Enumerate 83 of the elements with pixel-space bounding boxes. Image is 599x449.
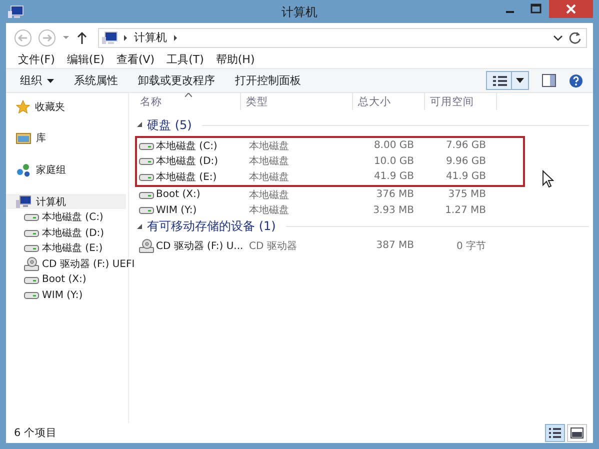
sidebar-item[interactable]: Boot (X:) [42, 274, 86, 286]
drive-icon [24, 289, 39, 302]
computer-icon [102, 30, 118, 44]
table-cell-text: 10.0 GB [372, 156, 414, 167]
drive-name[interactable]: WIM (Y:) [137, 204, 249, 216]
address-bar[interactable]: 计算机 [98, 28, 587, 48]
drive-name[interactable]: 本地磁盘 (D:) [137, 154, 249, 168]
table-cell-text: 本地磁盘 [249, 204, 290, 218]
details-view-icon [493, 74, 507, 86]
table-cell-text: CD 驱动器 [249, 240, 298, 253]
table-cell-text: 375 MB [447, 189, 486, 200]
refresh-icon[interactable] [568, 30, 582, 44]
group-header[interactable]: 有可移动存储的设备 (1) [147, 218, 276, 236]
drive-icon [24, 242, 39, 254]
table-cell-text: 7.96 GB [444, 140, 486, 152]
table-cell-text: 41.9 GB [444, 171, 486, 182]
drive-name[interactable]: 本地磁盘 (E:) [137, 170, 249, 184]
toolbar-button[interactable]: 卸载或更改程序 [128, 71, 225, 90]
computer-icon [8, 4, 24, 18]
disc-drive-icon [24, 256, 39, 271]
people-icon [16, 162, 31, 177]
chevron-icon [173, 34, 178, 42]
table-cell-text: 本地磁盘 [249, 140, 290, 153]
column-header[interactable]: 总大小 [353, 93, 425, 110]
toolbar-button[interactable]: 组织 [14, 71, 64, 90]
star-icon [16, 100, 30, 114]
menu-item[interactable]: 工具(T) [160, 52, 210, 66]
table-cell-text: 8.00 GB [372, 140, 414, 152]
close-button[interactable] [549, 0, 593, 18]
column-header[interactable]: 类型 [241, 93, 353, 110]
column-header[interactable]: 名称 [135, 93, 241, 110]
breadcrumb[interactable]: 计算机 [134, 30, 167, 45]
sidebar-item[interactable]: 家庭组 [36, 162, 66, 177]
caret-icon [516, 78, 524, 83]
table-cell-text: 本地磁盘 [249, 170, 290, 184]
expand-arrow-icon[interactable] [137, 224, 143, 230]
help-icon[interactable] [569, 74, 583, 88]
sidebar-item[interactable]: 计算机 [6, 194, 126, 210]
preview-pane-icon[interactable] [542, 74, 556, 87]
drive-name[interactable]: 本地磁盘 (C:) [137, 138, 249, 153]
table-cell-text: 376 MB [375, 189, 414, 200]
disc-drive-icon [139, 238, 154, 253]
table-cell-text: 9.96 GB [444, 156, 486, 167]
sidebar-item[interactable]: 本地磁盘 (D:) [42, 226, 104, 240]
drive-icon [24, 211, 39, 224]
drive-name[interactable]: CD 驱动器 (F:) U... [137, 238, 249, 253]
details-view-icon[interactable] [545, 424, 565, 442]
up-arrow-icon[interactable] [76, 30, 88, 44]
chevron-icon [123, 34, 128, 42]
view-options-button[interactable] [486, 71, 529, 90]
table-cell-text: 387 MB [375, 240, 414, 252]
table-cell-text: 3.93 MB [372, 204, 414, 216]
menu-item[interactable]: 编辑(E) [60, 52, 110, 66]
folder-icon [16, 131, 31, 146]
table-cell-text: 41.9 GB [372, 171, 414, 182]
item-count: 6 个项目 [14, 426, 58, 440]
sidebar-item[interactable]: 本地磁盘 (E:) [42, 241, 103, 256]
window-title: 计算机 [280, 4, 318, 21]
sidebar-item[interactable]: 本地磁盘 (C:) [42, 210, 104, 224]
dropdown-icon[interactable] [553, 34, 563, 42]
table-cell-text: 本地磁盘 [249, 188, 290, 202]
drive-icon [139, 155, 154, 168]
table-cell-text: 1.27 MB [444, 204, 486, 216]
sidebar-item[interactable]: CD 驱动器 (F:) UEFI [42, 256, 135, 271]
recent-dropdown-icon[interactable] [62, 34, 70, 40]
mouse-cursor-icon [542, 170, 554, 188]
computer-icon [16, 194, 31, 209]
table-cell-text: 0 字节 [455, 240, 486, 253]
menu-item[interactable]: 查看(V) [110, 52, 161, 66]
sidebar-item[interactable]: 库 [36, 131, 46, 146]
column-header[interactable]: 可用空间 [425, 93, 497, 110]
toolbar-button[interactable]: 系统属性 [64, 71, 128, 90]
large-icons-view-icon[interactable] [567, 424, 587, 442]
table-cell-text: 本地磁盘 [249, 154, 290, 168]
drive-icon [139, 204, 154, 216]
group-header[interactable]: 硬盘 (5) [147, 116, 192, 134]
sidebar-item[interactable]: WIM (Y:) [42, 290, 83, 301]
menu-item[interactable]: 帮助(H) [210, 52, 261, 66]
drive-name[interactable]: Boot (X:) [137, 188, 249, 201]
menu-item[interactable]: 文件(F) [12, 52, 61, 66]
expand-arrow-icon[interactable] [137, 122, 143, 128]
toolbar-button[interactable]: 打开控制面板 [225, 71, 311, 90]
sidebar-item[interactable]: 收藏夹 [35, 100, 65, 114]
